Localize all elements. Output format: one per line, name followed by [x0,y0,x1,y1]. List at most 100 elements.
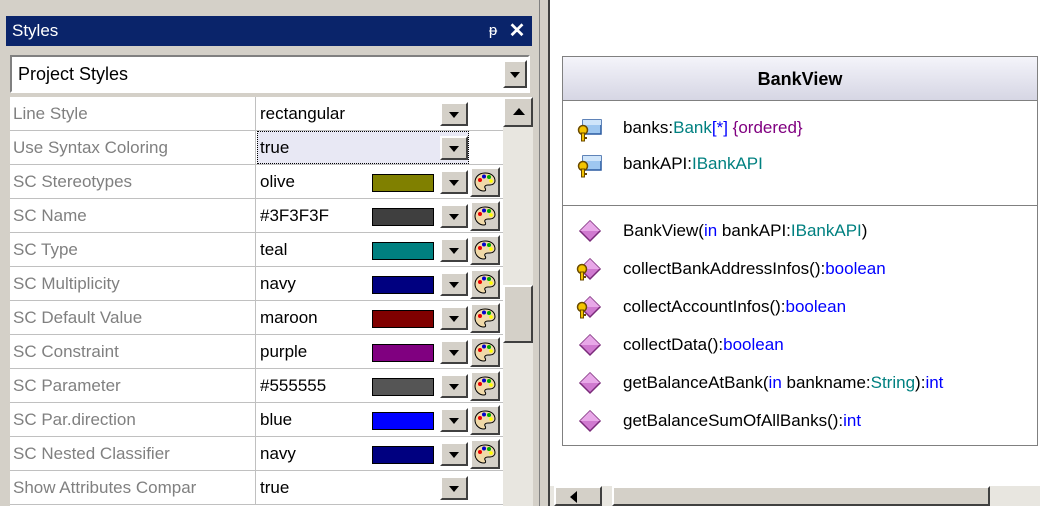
styles-scope-select[interactable]: Project Styles [10,55,530,93]
vertical-scrollbar[interactable] [503,97,533,506]
styles-panel-titlebar: Styles ᵽ ✕ [6,16,532,46]
property-value[interactable]: rectangular [259,97,345,130]
chevron-down-icon[interactable] [503,60,527,88]
operation-item[interactable]: collectData():boolean [623,331,784,359]
parameter-direction: in [703,221,718,240]
chevron-down-icon[interactable] [440,170,468,194]
operation-signature-end: ) [861,221,868,240]
property-row[interactable]: Use Syntax Coloring true [10,131,503,165]
color-palette-icon[interactable] [470,371,500,401]
property-name: Use Syntax Coloring [10,131,256,164]
scroll-up-button[interactable] [503,97,533,127]
color-palette-icon[interactable] [470,439,500,469]
operation-item[interactable]: getBalanceSumOfAllBanks():int [623,407,861,435]
operation-item[interactable]: collectBankAddressInfos():boolean [623,255,886,283]
property-value[interactable]: olive [259,165,295,198]
property-value[interactable]: purple [259,335,307,368]
horizontal-scrollbar[interactable] [550,486,1040,506]
color-swatch [372,208,434,226]
color-palette-icon[interactable] [470,303,500,333]
property-row[interactable]: SC Par.direction blue [10,403,503,437]
property-row[interactable]: Line Style rectangular [10,97,503,131]
class-name: BankView [563,57,1037,101]
diagram-canvas[interactable]: BankView banks:Bank[*] {ordered} bankAPI:… [548,0,1040,506]
operation-item[interactable]: collectAccountInfos():boolean [623,293,846,321]
color-palette-icon[interactable] [470,269,500,299]
operation-signature: collectData(): [623,335,724,354]
close-icon[interactable]: ✕ [508,16,526,46]
public-operation-icon [575,217,603,245]
property-value[interactable]: navy [259,437,296,470]
class-box[interactable]: BankView banks:Bank[*] {ordered} bankAPI:… [562,56,1038,446]
panel-title: Styles [12,21,59,40]
property-name: SC Default Value [10,301,256,334]
property-row[interactable]: SC Multiplicity navy [10,267,503,301]
property-name: SC Parameter [10,369,256,402]
operation-signature: getBalanceAtBank( [623,373,769,392]
attribute-item[interactable]: bankAPI:IBankAPI [623,150,763,178]
operations-compartment: BankView(in bankAPI:IBankAPI) collectBank… [563,207,1037,445]
property-row[interactable]: SC Stereotypes olive [10,165,503,199]
color-palette-icon[interactable] [470,337,500,367]
chevron-down-icon[interactable] [440,476,468,500]
property-name: Line Style [10,97,256,130]
protected-attribute-icon [575,116,603,144]
property-value[interactable]: maroon [259,301,318,334]
color-swatch [372,276,434,294]
chevron-down-icon[interactable] [440,272,468,296]
property-row[interactable]: SC Parameter #555555 [10,369,503,403]
operation-item[interactable]: getBalanceAtBank(in bankname:String):int [623,369,943,397]
property-name: Show Attributes Compar [10,471,256,504]
chevron-down-icon[interactable] [440,306,468,330]
return-type: boolean [723,335,784,354]
property-row[interactable]: SC Nested Classifier navy [10,437,503,471]
parameter-type: String [870,373,916,392]
color-swatch [372,378,434,396]
return-type: int [925,373,944,392]
attribute-item[interactable]: banks:Bank[*] {ordered} [623,114,803,142]
color-swatch [372,446,434,464]
scroll-thumb[interactable] [503,285,533,343]
property-row[interactable]: SC Type teal [10,233,503,267]
chevron-down-icon[interactable] [440,408,468,432]
chevron-down-icon[interactable] [440,136,468,160]
property-row[interactable]: SC Name #3F3F3F [10,199,503,233]
protected-operation-icon [575,293,603,321]
chevron-down-icon[interactable] [440,102,468,126]
color-palette-icon[interactable] [470,167,500,197]
chevron-down-icon[interactable] [440,238,468,262]
property-value[interactable]: true [259,131,289,164]
color-palette-icon[interactable] [470,405,500,435]
chevron-down-icon[interactable] [440,204,468,228]
chevron-down-icon[interactable] [440,340,468,364]
property-value[interactable]: #3F3F3F [259,199,329,232]
pin-icon[interactable]: ᵽ [484,16,502,46]
attribute-constraint: {ordered} [732,118,803,137]
property-value[interactable]: true [259,471,289,504]
operation-signature: BankView( [623,221,704,240]
operation-signature: collectBankAddressInfos(): [623,259,826,278]
public-operation-icon [575,407,603,435]
property-row[interactable]: SC Constraint purple [10,335,503,369]
color-palette-icon[interactable] [470,235,500,265]
property-name: SC Stereotypes [10,165,256,198]
horizontal-scroll-thumb[interactable] [612,486,990,506]
scroll-left-button[interactable] [554,486,602,506]
styles-panel: Styles ᵽ ✕ Project Styles Line Style rect… [0,0,540,506]
chevron-down-icon[interactable] [440,442,468,466]
styles-scope-value: Project Styles [18,64,129,84]
color-palette-icon[interactable] [470,201,500,231]
property-value[interactable]: navy [259,267,296,300]
property-row[interactable]: Show Attributes Compar true [10,471,503,505]
property-value[interactable]: #555555 [259,369,326,402]
operation-item[interactable]: BankView(in bankAPI:IBankAPI) [623,217,867,245]
property-value[interactable]: teal [259,233,287,266]
protected-attribute-icon [575,152,603,180]
color-swatch [372,344,434,362]
color-swatch [372,310,434,328]
property-row[interactable]: SC Default Value maroon [10,301,503,335]
parameter-type: IBankAPI [790,221,862,240]
chevron-down-icon[interactable] [440,374,468,398]
property-value[interactable]: blue [259,403,292,436]
property-name: SC Nested Classifier [10,437,256,470]
